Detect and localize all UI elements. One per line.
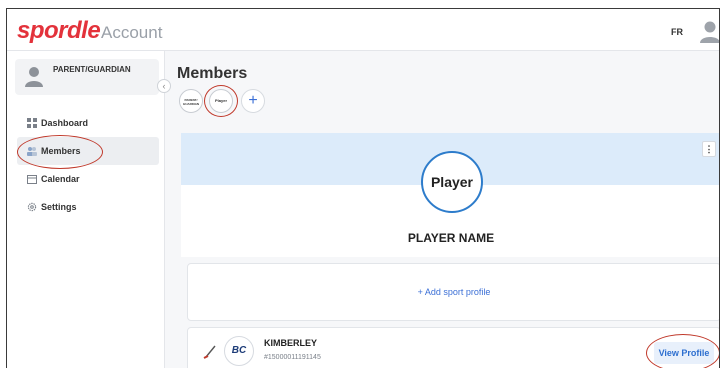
sidebar-item-label: Settings (41, 202, 77, 212)
spordle-logo[interactable]: spordle (17, 17, 101, 45)
sport-profile-id: #15000011191145 (264, 354, 321, 361)
sport-profile-name: KIMBERLEY (264, 338, 318, 348)
members-highlight-ring (17, 135, 103, 169)
sidebar-item-dashboard[interactable]: Dashboard (17, 109, 159, 137)
calendar-icon (27, 175, 37, 184)
user-avatar-icon (25, 67, 43, 87)
add-sport-profile-button[interactable]: + Add sport profile (187, 263, 719, 321)
add-member-button[interactable]: + (241, 89, 265, 113)
gear-icon (27, 202, 37, 212)
sidebar-item-settings[interactable]: Settings (17, 193, 159, 221)
user-role: PARENT/GUARDIAN (53, 65, 131, 74)
profile-card: ⋮ Player PLAYER NAME (181, 133, 719, 257)
user-avatar-icon[interactable] (699, 19, 720, 43)
sidebar-item-label: Calendar (41, 174, 80, 184)
more-options-icon[interactable]: ⋮ (702, 141, 716, 157)
page-title: Members (177, 65, 248, 82)
view-profile-highlight-ring (646, 334, 719, 368)
language-toggle[interactable]: FR (671, 27, 683, 37)
player-tab-highlight-ring (204, 85, 238, 117)
sidebar: PARENT/GUARDIAN Dashboard Members Calend… (7, 51, 165, 368)
user-card[interactable]: PARENT/GUARDIAN (15, 59, 159, 95)
dashboard-icon (27, 118, 37, 128)
player-name: PLAYER NAME (407, 231, 495, 245)
hockey-stick-icon (203, 345, 216, 359)
sidebar-item-calendar[interactable]: Calendar (17, 165, 159, 193)
top-header: spordle Account FR (7, 9, 720, 51)
tab-parent-guardian[interactable]: PARENT/ GUARDIAN (179, 89, 203, 113)
account-label: Account (101, 23, 163, 42)
collapse-sidebar-button[interactable]: ‹ (157, 79, 171, 93)
top-strip (0, 0, 720, 8)
player-avatar: Player (421, 151, 483, 213)
sport-profile-row: BC KIMBERLEY #15000011191145 View Profil… (187, 327, 719, 368)
app-window: spordle Account FR PARENT/GUARDIAN Dashb… (6, 8, 720, 368)
sidebar-item-label: Dashboard (41, 118, 89, 128)
organization-logo: BC (224, 336, 254, 366)
